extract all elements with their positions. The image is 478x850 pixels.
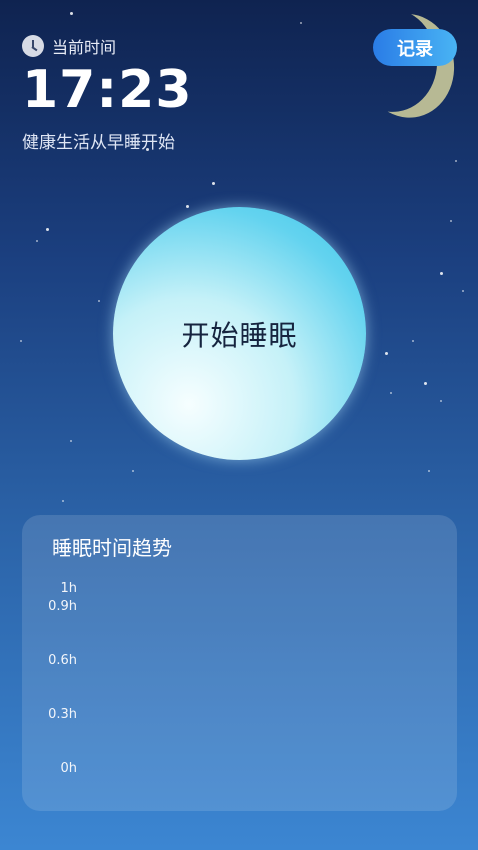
record-button[interactable]: 记录: [373, 29, 457, 66]
star-decoration: [212, 182, 215, 185]
star-decoration: [412, 340, 414, 342]
star-decoration: [300, 22, 302, 24]
star-decoration: [62, 500, 64, 502]
star-decoration: [132, 470, 134, 472]
star-decoration: [440, 400, 442, 402]
panel-title: 睡眠时间趋势: [52, 536, 172, 560]
star-decoration: [186, 205, 189, 208]
clock-icon: [22, 35, 44, 57]
star-decoration: [462, 290, 464, 292]
star-decoration: [20, 340, 22, 342]
y-tick-label: 0h: [60, 761, 77, 776]
star-decoration: [428, 470, 430, 472]
slogan-text: 健康生活从早睡开始: [22, 133, 175, 153]
start-sleep-button[interactable]: 开始睡眠: [113, 207, 366, 460]
star-decoration: [70, 12, 73, 15]
star-decoration: [36, 240, 38, 242]
star-decoration: [450, 220, 452, 222]
y-tick-label: 0.9h: [48, 599, 77, 614]
star-decoration: [385, 352, 388, 355]
current-time: 17:23: [22, 60, 193, 120]
star-decoration: [440, 272, 443, 275]
start-sleep-label: 开始睡眠: [181, 318, 298, 352]
star-decoration: [46, 228, 49, 231]
sleep-trend-panel: 睡眠时间趋势 1h 0.9h 0.6h 0.3h 0h: [22, 515, 457, 811]
star-decoration: [390, 392, 392, 394]
clock-label: 当前时间: [52, 38, 117, 57]
header: 当前时间 17:23 健康生活从早睡开始: [22, 34, 193, 153]
y-tick-label: 0.6h: [48, 653, 77, 668]
clock-row: 当前时间: [22, 34, 193, 58]
star-decoration: [98, 300, 100, 302]
star-decoration: [455, 160, 457, 162]
y-tick-label: 1h: [60, 581, 77, 596]
star-decoration: [424, 382, 427, 385]
y-tick-label: 0.3h: [48, 707, 77, 722]
star-decoration: [70, 440, 72, 442]
